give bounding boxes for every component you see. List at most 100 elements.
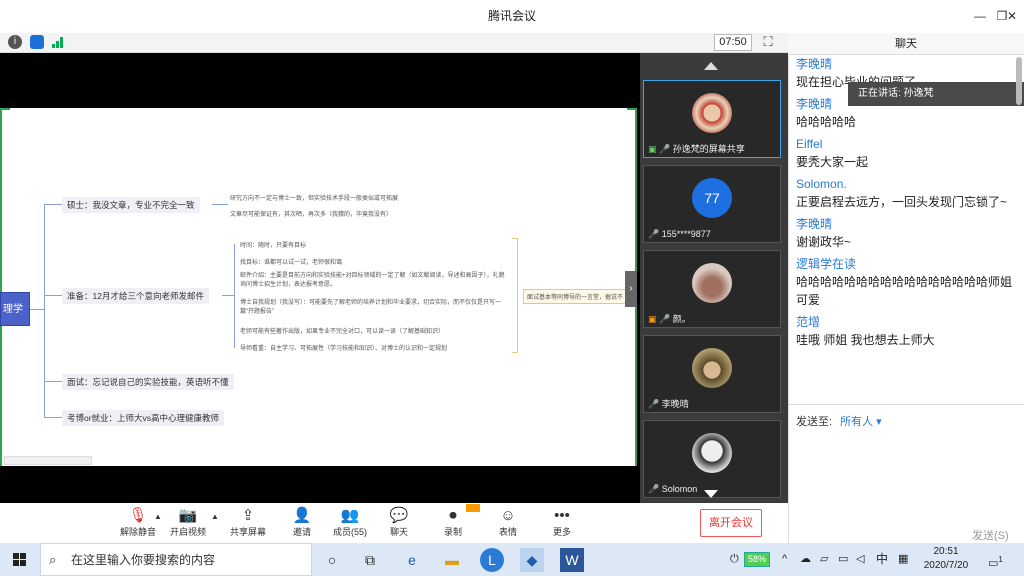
participant-name: 🎤 李晚晴 [648,399,689,409]
participant-tile[interactable]: 🎤 李晚晴 [643,335,781,413]
chat-message: 正要启程去远方，一回头发现门忘锁了~ [796,195,1008,209]
mindmap-leaf: 邮件介绍：主要是目前方向和实验技能+对目标领域的一定了解（如文献阅读，导述和高因… [240,273,505,288]
cortana-icon[interactable]: ○ [320,548,344,572]
mindmap-leaf: 时间：随时，只要有目标 [240,243,307,249]
chat-sender: 李晚晴 [796,57,833,71]
mindmap-branch: 硕士：我没文章，专业不完全一致 [62,197,200,213]
signal-icon[interactable] [52,37,64,48]
chat-message: 哈哈哈哈哈哈哈哈哈哈哈哈哈哈哈哈师姐可爱 [796,275,1013,307]
chat-message: 谢谢政华~ [796,235,852,249]
chat-scrollbar[interactable] [1016,57,1022,105]
chat-button[interactable]: 💬 聊天 [371,506,427,540]
avatar: 77 [692,178,732,218]
mindmap-summary: 面试基本等同博导的一言堂，据说不 [523,289,635,304]
mindmap-leaf: 找目标：谁都可以试一试，老师很和蔼 [240,260,343,266]
minimize-button[interactable]: — [968,6,992,26]
participant-tile[interactable]: 🎤 Solomon [643,420,781,498]
task-view-icon[interactable]: ⧉ [358,548,382,572]
chat-icon: 💬 [389,507,409,524]
keyboard-icon[interactable]: ▦ [898,543,908,576]
chat-sender: Eiffel [796,137,823,151]
participant-name: ▣ 🎤 孙逸梵的屏幕共享 [648,144,745,154]
close-button[interactable]: ✕ [1000,6,1024,26]
share-screen-icon: ⇪ [241,507,255,524]
mindmap-leaf: 导师看重：自主学习、可拓展性（学习技能和知识）、对博士的认识和一定规划 [240,346,448,352]
taskbar-clock[interactable]: 20:51 2020/7/20 [916,545,976,573]
participant-name: 🎤 Solomon [648,484,698,494]
members-button[interactable]: 👥 成员(55) [322,506,378,540]
participant-tile[interactable]: 77 🎤 155****9877 [643,165,781,243]
power-icon[interactable]: ⏻ [730,543,739,576]
camera-off-icon: 📷 [178,507,198,524]
info-icon[interactable]: i [8,35,22,49]
cloud-icon[interactable]: ☁ [800,543,811,576]
avatar [692,433,732,473]
volume-icon[interactable]: ◁ [856,543,864,576]
connector [30,309,44,310]
word-icon[interactable]: W [560,548,584,572]
mindmap-branch: 考博or就业：上师大vs高中心理健康教师 [62,410,225,426]
edge-icon[interactable]: e [400,548,424,572]
tray-chevron-icon[interactable]: ^ [782,543,787,576]
leave-meeting-button[interactable]: 离开会议 [700,509,762,537]
mindmap-leaf: 文章尽可能保证有，其次晒，再次多（我猜的，毕竟我没有） [230,212,393,218]
participant-tile[interactable]: ▣ 🎤 颜。 [643,250,781,328]
notifications-icon[interactable]: ▭1 [988,543,1003,576]
connector [44,204,45,417]
shield-icon[interactable] [30,35,44,49]
chat-sender: 范增 [796,315,821,329]
mindmap-branch: 准备：12月才给三个意向老师发邮件 [62,288,209,304]
fullscreen-icon[interactable]: ⛶ [760,34,776,50]
ime-indicator[interactable]: 中 [876,543,888,576]
chat-input[interactable] [796,430,1018,520]
participant-tile[interactable]: ▣ 🎤 孙逸梵的屏幕共享 [643,80,781,158]
tencent-meeting-icon[interactable]: ◆ [520,548,544,572]
summary-brace [512,238,518,353]
taskbar-search-input[interactable]: ⌕ 在这里输入你要搜索的内容 [40,543,312,576]
collapse-panel-button[interactable]: › [625,271,637,307]
send-to-row: 发送至: 所有人 ▾ [796,416,882,428]
chat-sender: Solomon. [796,177,847,191]
start-button[interactable] [0,543,40,576]
network-icon[interactable]: ▱ [820,543,828,576]
app-l-icon[interactable]: L [480,548,504,572]
members-icon: 👥 [340,507,360,524]
start-video-button[interactable]: 📷 开启视频 [160,506,216,540]
search-icon: ⌕ [49,552,57,567]
emoji-icon: ☺ [500,507,516,524]
scroll-down-icon[interactable] [704,490,718,498]
more-button[interactable]: ••• 更多 [534,506,590,540]
title-bar: 腾讯会议 — ❐ ✕ [0,0,1024,33]
file-explorer-icon[interactable]: ▬ [440,548,464,572]
window-title: 腾讯会议 [487,9,536,23]
participant-name: ▣ 🎤 颜。 [648,314,691,324]
chat-message: 哇哦 师姐 我也想去上师大 [796,333,935,347]
meeting-info-bar: i 07:50 ⛶ [0,33,788,53]
mindmap-leaf: 研究方向不一定与博士一致，但实验技术手段一般类似或可拓展 [230,196,399,202]
video-options-chevron-icon[interactable]: ▲ [211,512,219,521]
avatar [692,263,732,303]
more-icon: ••• [554,507,570,524]
participant-name: 🎤 155****9877 [648,229,711,239]
chat-message: 哈哈哈哈哈 [796,115,857,129]
chat-message: 要秃大家一起 [796,155,869,169]
record-badge [466,504,480,512]
slide-mini-toolbar[interactable] [4,456,92,465]
scroll-up-icon[interactable] [704,62,718,70]
avatar [692,93,732,133]
share-screen-button[interactable]: ⇪ 共享屏幕 [220,506,276,540]
avatar [692,348,732,388]
mindmap-leaf: 博士自我规划（我没写）：可能要先了解老师的培养计划和毕业要求，切合实际，而不仅仅… [240,300,502,315]
divider [788,404,1024,405]
mindmap-root-node: 理学 [0,292,30,326]
send-button[interactable]: 发送(S) [972,527,1009,543]
reactions-button[interactable]: ☺ 表情 [480,506,536,540]
chat-sender: 李晚晴 [796,217,833,231]
speaking-indicator: 正在讲话: 孙逸梵 [848,82,1024,106]
battery-icon[interactable]: ▭ [838,543,848,576]
send-to-dropdown[interactable]: 所有人 ▾ [840,416,882,428]
meeting-timer: 07:50 [714,34,752,51]
mindmap-leaf: 老师可能有些著作出版，如果专业不完全对口，可以读一读（了解基础知识） [240,329,445,335]
battery-indicator[interactable]: 58% [744,543,771,576]
mindmap-branch: 面试：忘记说自己的实验技能，英语听不懂 [62,374,234,390]
